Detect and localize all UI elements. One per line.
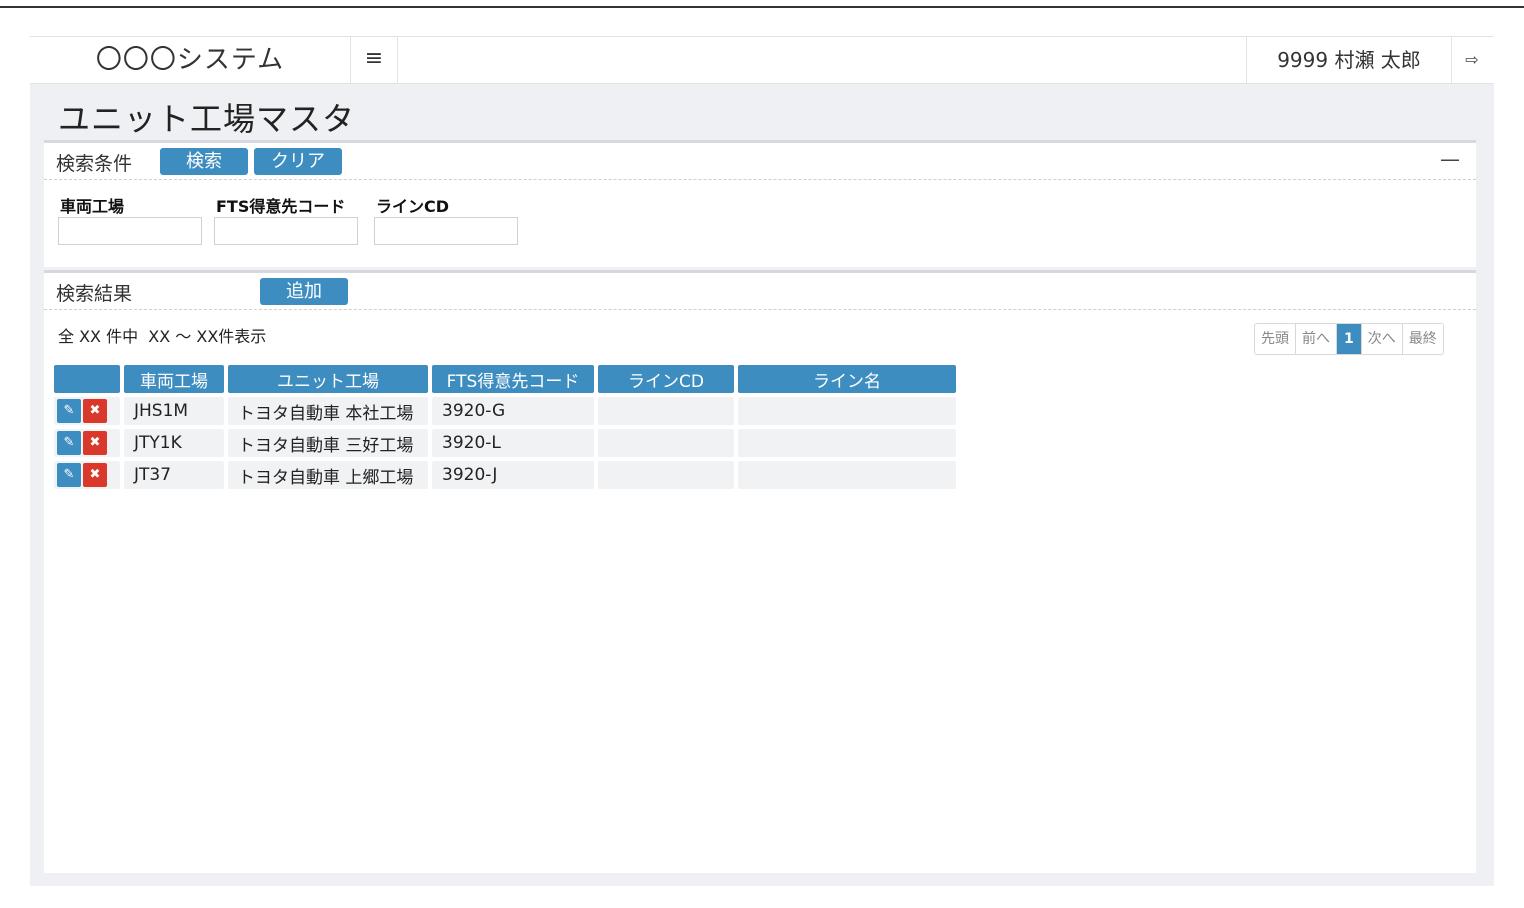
cell-fts-code: 3920-L [432, 429, 594, 457]
pager-next[interactable]: 次へ [1361, 324, 1403, 354]
app-title: 〇〇〇システム [95, 45, 285, 75]
menu-icon[interactable]: ≡ [350, 37, 398, 83]
pager-current-page[interactable]: 1 [1337, 324, 1362, 354]
cell-unit-factory: トヨタ自動車 三好工場 [228, 429, 428, 457]
delete-icon[interactable]: ✖ [83, 431, 107, 455]
logout-icon[interactable]: ⇨ [1450, 37, 1494, 83]
column-header-line-cd: ラインCD [598, 365, 734, 393]
table-row: ✎ ✖ JTY1K トヨタ自動車 三好工場 3920-L [54, 429, 956, 457]
row-actions: ✎ ✖ [54, 397, 120, 425]
edit-icon[interactable]: ✎ [57, 431, 81, 455]
column-header-unit-factory: ユニット工場 [228, 365, 428, 393]
pager-first[interactable]: 先頭 [1255, 324, 1296, 354]
row-actions: ✎ ✖ [54, 429, 120, 457]
line-cd-input[interactable] [374, 217, 518, 245]
column-header-actions [54, 365, 120, 393]
vehicle-factory-label: 車両工場 [60, 197, 125, 216]
line-cd-label: ラインCD [376, 197, 450, 216]
edit-icon[interactable]: ✎ [57, 399, 81, 423]
table-row: ✎ ✖ JT37 トヨタ自動車 上郷工場 3920-J [54, 461, 956, 489]
cell-fts-code: 3920-J [432, 461, 594, 489]
pager-prev[interactable]: 前へ [1296, 324, 1337, 354]
results-section-label: 検索結果 [56, 283, 133, 305]
cell-unit-factory: トヨタ自動車 上郷工場 [228, 461, 428, 489]
clear-button[interactable]: クリア [254, 148, 342, 175]
table-header-row: 車両工場 ユニット工場 FTS得意先コード ラインCD ライン名 [54, 365, 956, 393]
page-title: ユニット工場マスタ [58, 100, 356, 138]
search-panel: 検索条件 検索 クリア — 車両工場 FTS得意先コード ラインCD [44, 140, 1476, 267]
cell-line-cd [598, 397, 734, 425]
cell-vehicle-factory: JHS1M [124, 397, 224, 425]
edit-icon[interactable]: ✎ [57, 463, 81, 487]
user-name: 9999 村瀬 太郎 [1246, 37, 1452, 83]
results-table: 車両工場 ユニット工場 FTS得意先コード ラインCD ライン名 ✎ ✖ JHS1… [50, 361, 960, 493]
column-header-line-name: ライン名 [738, 365, 956, 393]
results-panel-header: 検索結果 追加 [44, 273, 1476, 310]
cell-line-name [738, 429, 956, 457]
top-rule [0, 0, 1524, 8]
header-bar: 〇〇〇システム ≡ 9999 村瀬 太郎 ⇨ [30, 36, 1494, 84]
cell-vehicle-factory: JTY1K [124, 429, 224, 457]
fts-code-input[interactable] [214, 217, 358, 245]
column-header-fts-code: FTS得意先コード [432, 365, 594, 393]
cell-line-cd [598, 461, 734, 489]
app-window: 〇〇〇システム ≡ 9999 村瀬 太郎 ⇨ ユニット工場マスタ 検索条件 検索… [30, 36, 1494, 886]
cell-line-name [738, 461, 956, 489]
cell-line-name [738, 397, 956, 425]
table-row: ✎ ✖ JHS1M トヨタ自動車 本社工場 3920-G [54, 397, 956, 425]
search-section-label: 検索条件 [56, 153, 133, 175]
pager-last[interactable]: 最終 [1402, 324, 1443, 354]
cell-unit-factory: トヨタ自動車 本社工場 [228, 397, 428, 425]
cell-fts-code: 3920-G [432, 397, 594, 425]
collapse-icon[interactable]: — [1440, 147, 1460, 171]
fts-code-label: FTS得意先コード [216, 197, 346, 216]
pagination: 先頭 前へ 1 次へ 最終 [1254, 323, 1444, 355]
add-button[interactable]: 追加 [260, 278, 348, 305]
column-header-vehicle-factory: 車両工場 [124, 365, 224, 393]
delete-icon[interactable]: ✖ [83, 463, 107, 487]
cell-line-cd [598, 429, 734, 457]
delete-icon[interactable]: ✖ [83, 399, 107, 423]
row-actions: ✎ ✖ [54, 461, 120, 489]
result-count: 全 XX 件中 XX ～ XX件表示 [58, 327, 267, 346]
results-panel: 検索結果 追加 全 XX 件中 XX ～ XX件表示 先頭 前へ 1 次へ 最終… [44, 270, 1476, 873]
vehicle-factory-input[interactable] [58, 217, 202, 245]
search-panel-header: 検索条件 検索 クリア — [44, 143, 1476, 180]
cell-vehicle-factory: JT37 [124, 461, 224, 489]
search-button[interactable]: 検索 [160, 148, 248, 175]
